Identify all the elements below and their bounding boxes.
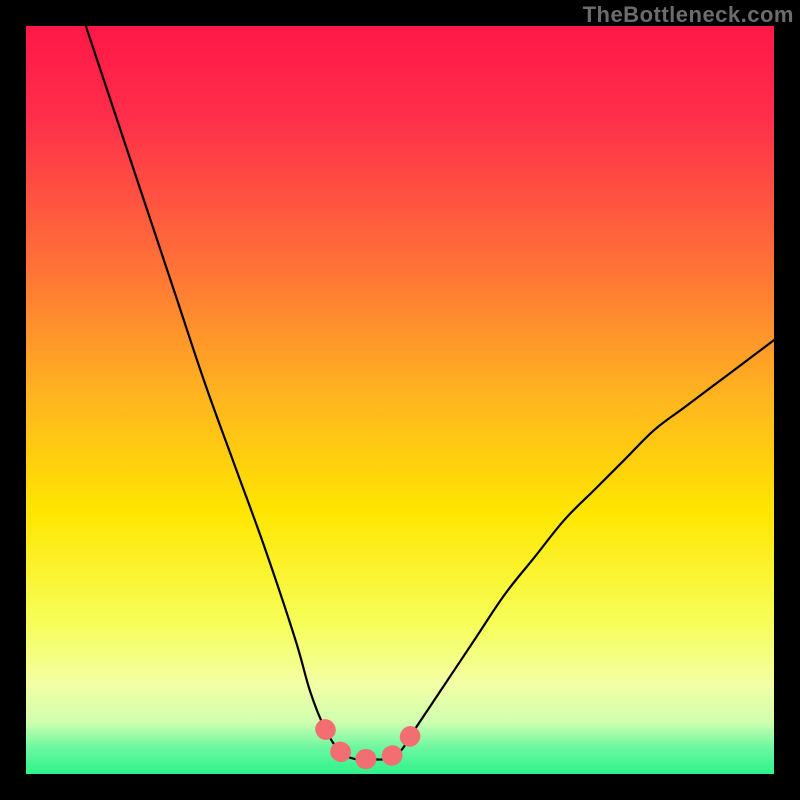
chart-frame: TheBottleneck.com	[0, 0, 800, 800]
plot-area	[26, 26, 774, 774]
gradient-background	[26, 26, 774, 774]
plot-svg	[26, 26, 774, 774]
watermark-text: TheBottleneck.com	[583, 2, 794, 28]
